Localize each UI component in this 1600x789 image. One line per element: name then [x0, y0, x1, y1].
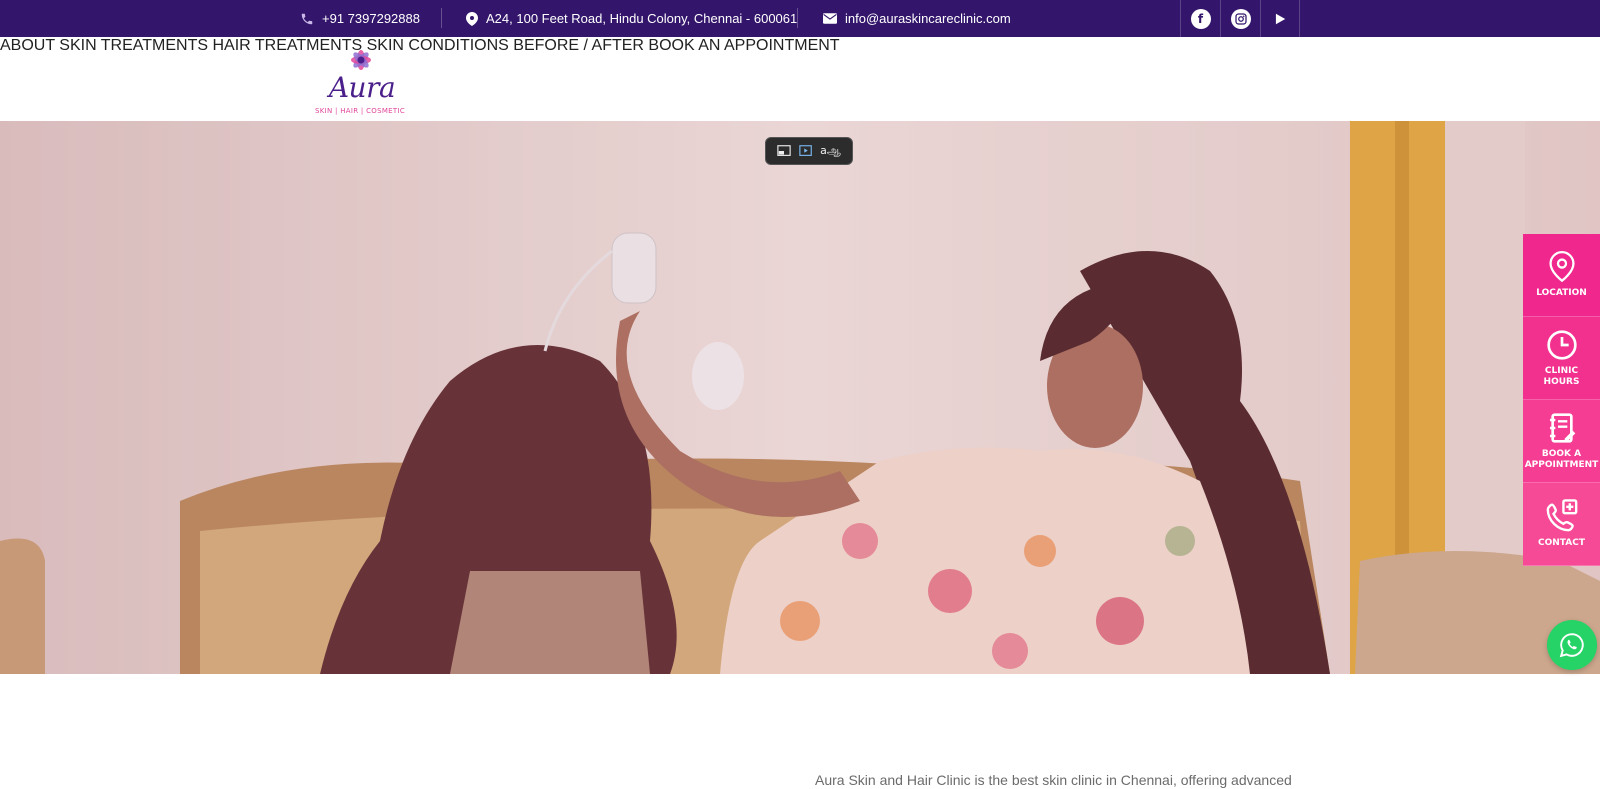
sidepanel-label-line1: BOOK A [1541, 448, 1582, 459]
clock-icon [1546, 329, 1577, 360]
sidepanel-location[interactable]: LOCATION [1523, 234, 1600, 317]
intro-paragraph: Aura Skin and Hair Clinic is the best sk… [815, 772, 1292, 788]
phone-contact[interactable]: +91 7397292888 [300, 0, 420, 37]
sidepanel-label-line1: CLINIC [1544, 365, 1579, 376]
email-contact[interactable]: info@auraskincareclinic.com [823, 0, 1011, 37]
sidepanel-contact[interactable]: CONTACT [1523, 483, 1600, 566]
address-text[interactable]: A24, 100 Feet Road, Hindu Colony, Chenna… [486, 11, 797, 26]
brand-logo[interactable]: Aura SKIN | HAIR | COSMETIC [314, 45, 406, 117]
youtube-play-icon [1275, 13, 1286, 24]
divider [441, 8, 442, 28]
top-contact-bar: +91 7397292888 A24, 100 Feet Road, Hindu… [0, 0, 1600, 37]
sidepanel-label: CONTACT [1538, 538, 1585, 548]
instagram-icon [1230, 8, 1251, 29]
hero-scene [0, 121, 1600, 674]
video-capture-icon[interactable] [798, 144, 814, 158]
sidepanel-label-line2: HOURS [1543, 376, 1580, 387]
email-address[interactable]: info@auraskincareclinic.com [845, 11, 1011, 26]
facebook-link[interactable]: f [1180, 0, 1220, 37]
phone-icon [301, 13, 313, 24]
phone-plus-icon [1546, 499, 1577, 532]
hero-video[interactable] [0, 121, 1600, 674]
translate-icon[interactable]: aஆ [820, 144, 841, 159]
whatsapp-icon [1559, 633, 1584, 658]
site-header: Aura SKIN | HAIR | COSMETIC ABOUT SKIN T… [0, 37, 1600, 121]
brand-tagline: SKIN | HAIR | COSMETIC [314, 107, 406, 115]
social-links: f [1180, 0, 1300, 37]
nav-skin-treatments[interactable]: SKIN TREATMENTS [59, 37, 208, 54]
sidepanel-label-line2: APPOINTMENT [1524, 459, 1599, 470]
youtube-link[interactable] [1260, 0, 1300, 37]
nav-about[interactable]: ABOUT [0, 37, 55, 54]
location-pin-icon [1548, 251, 1575, 283]
notebook-icon [1549, 412, 1575, 443]
video-media-toolbar: aஆ [765, 137, 853, 165]
brand-name: Aura [328, 71, 396, 104]
sidepanel-clinic-hours[interactable]: CLINIC HOURS [1523, 317, 1600, 400]
nav-book-appointment[interactable]: BOOK AN APPOINTMENT [648, 37, 839, 54]
phone-number[interactable]: +91 7397292888 [322, 11, 420, 26]
map-pin-icon [466, 11, 478, 26]
quick-actions-panel: LOCATION CLINIC HOURS BOOK A APPOINTMENT… [1523, 234, 1600, 566]
sidepanel-label: LOCATION [1536, 288, 1587, 298]
envelope-icon [823, 13, 837, 24]
pip-icon[interactable] [777, 144, 791, 158]
main-nav: ABOUT SKIN TREATMENTS HAIR TREATMENTS SK… [0, 37, 1600, 55]
whatsapp-button[interactable] [1547, 620, 1597, 670]
instagram-link[interactable] [1220, 0, 1260, 37]
address-contact[interactable]: A24, 100 Feet Road, Hindu Colony, Chenna… [466, 0, 797, 37]
divider [797, 8, 798, 28]
facebook-icon: f [1190, 8, 1211, 29]
sidepanel-book-appointment[interactable]: BOOK A APPOINTMENT [1523, 400, 1600, 483]
nav-before-after[interactable]: BEFORE / AFTER [513, 37, 644, 54]
